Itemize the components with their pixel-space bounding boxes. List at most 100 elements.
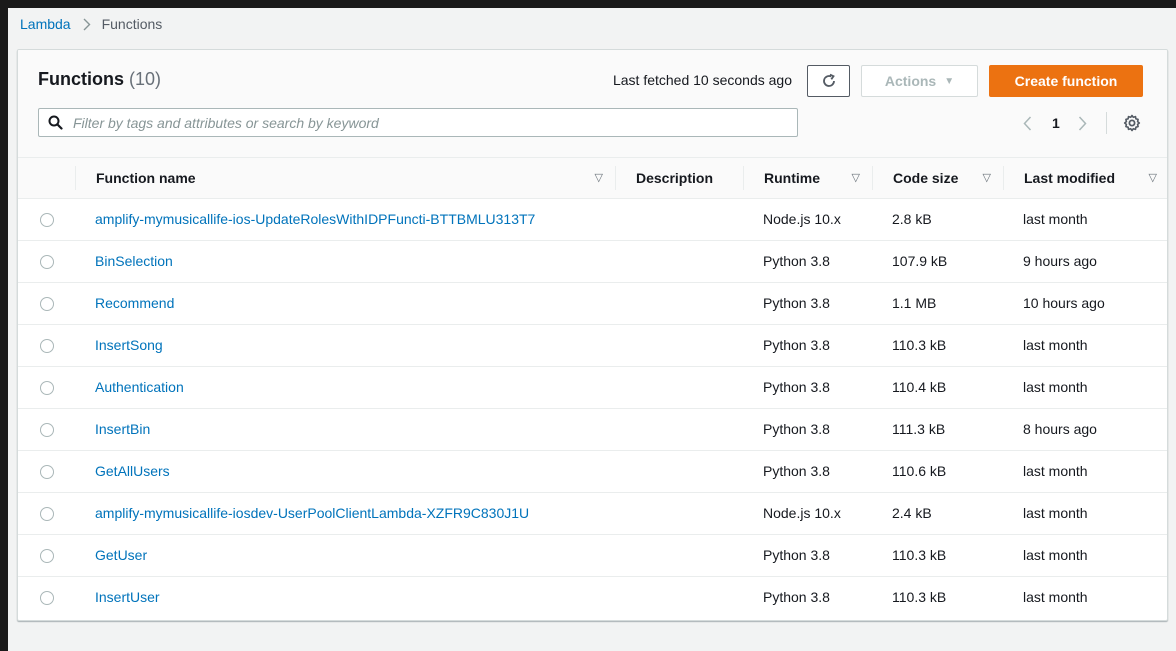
row-radio-button[interactable] — [39, 339, 54, 354]
last-modified-cell: last month — [1003, 324, 1167, 367]
function-name-link[interactable]: BinSelection — [95, 253, 173, 269]
row-select-cell — [18, 240, 75, 283]
sort-caret-icon[interactable]: ▽ — [983, 171, 991, 184]
row-radio-button[interactable] — [39, 381, 54, 396]
function-name-link[interactable]: InsertSong — [95, 337, 163, 353]
function-name-cell: InsertBin — [75, 408, 615, 451]
table-row[interactable]: InsertUser Python 3.8 110.3 kB last mont… — [18, 576, 1167, 618]
row-radio-button[interactable] — [39, 423, 54, 438]
table-row[interactable]: Recommend Python 3.8 1.1 MB 10 hours ago — [18, 282, 1167, 325]
search-input[interactable] — [71, 109, 797, 136]
function-name-link[interactable]: InsertBin — [95, 421, 150, 437]
runtime-cell: Python 3.8 — [743, 366, 872, 409]
chevron-left-icon[interactable] — [1018, 115, 1036, 131]
runtime-cell: Python 3.8 — [743, 408, 872, 451]
functions-panel: Functions (10) Last fetched 10 seconds a… — [17, 49, 1168, 621]
row-select-cell — [18, 282, 75, 325]
code-size-cell: 110.3 kB — [872, 534, 1003, 577]
pagination-divider — [1105, 112, 1107, 134]
sort-caret-icon[interactable]: ▽ — [852, 171, 860, 184]
function-name-cell: Authentication — [75, 366, 615, 409]
function-name-cell: amplify-mymusicallife-ios-UpdateRolesWit… — [75, 198, 615, 241]
column-header-label: Last modified — [1024, 169, 1116, 186]
row-select-cell — [18, 492, 75, 535]
function-name-link[interactable]: InsertUser — [95, 589, 160, 605]
table-row[interactable]: GetAllUsers Python 3.8 110.6 kB last mon… — [18, 450, 1167, 493]
functions-panel-header: Functions (10) Last fetched 10 seconds a… — [18, 50, 1167, 158]
chevron-right-icon[interactable] — [1074, 115, 1092, 131]
description-cell — [615, 576, 743, 618]
table-row[interactable]: amplify-mymusicallife-iosdev-UserPoolCli… — [18, 492, 1167, 535]
breadcrumb-lambda-link[interactable]: Lambda — [20, 16, 71, 32]
function-name-cell: Recommend — [75, 282, 615, 325]
row-radio-button[interactable] — [39, 297, 54, 312]
row-select-cell — [18, 366, 75, 409]
description-cell — [615, 324, 743, 367]
function-name-link[interactable]: GetUser — [95, 547, 147, 563]
runtime-cell: Node.js 10.x — [743, 198, 872, 241]
code-size-cell: 2.8 kB — [872, 198, 1003, 241]
last-modified-cell: 9 hours ago — [1003, 240, 1167, 283]
chevron-right-icon — [83, 18, 91, 31]
row-radio-button[interactable] — [39, 255, 54, 270]
function-name-cell: InsertUser — [75, 576, 615, 618]
functions-table-body: amplify-mymusicallife-ios-UpdateRolesWit… — [18, 198, 1167, 618]
description-cell — [615, 408, 743, 451]
page-title: Functions (10) — [38, 69, 161, 90]
last-modified-cell: last month — [1023, 589, 1088, 606]
refresh-button[interactable] — [807, 65, 850, 97]
actions-dropdown-button[interactable]: Actions ▼ — [861, 65, 978, 97]
select-column-header — [18, 158, 75, 199]
column-header-runtime[interactable]: Runtime ▽ — [743, 158, 872, 199]
column-header-function-name[interactable]: Function name ▽ — [75, 158, 615, 199]
description-cell — [615, 534, 743, 577]
function-name-link[interactable]: amplify-mymusicallife-ios-UpdateRolesWit… — [95, 211, 535, 227]
runtime-cell: Python 3.8 — [743, 534, 872, 577]
last-modified-cell: last month — [1003, 450, 1167, 493]
table-row[interactable]: Authentication Python 3.8 110.4 kB last … — [18, 366, 1167, 409]
column-header-last-modified[interactable]: Last modified ▽ — [1003, 158, 1167, 199]
runtime-cell: Python 3.8 — [743, 324, 872, 367]
column-header-description: Description — [615, 158, 743, 199]
column-header-label: Code size — [893, 169, 959, 186]
row-radio-button[interactable] — [39, 465, 54, 480]
last-modified-cell: last month — [1003, 366, 1167, 409]
current-page-number[interactable]: 1 — [1052, 115, 1060, 131]
runtime-cell: Python 3.8 — [743, 450, 872, 493]
runtime-cell: Python 3.8 — [763, 589, 830, 606]
function-name-link[interactable]: amplify-mymusicallife-iosdev-UserPoolCli… — [95, 505, 529, 521]
lambda-console-page: Lambda Functions Functions (10) Last fet… — [8, 8, 1176, 651]
row-radio-button[interactable] — [39, 507, 54, 522]
column-header-code-size[interactable]: Code size ▽ — [872, 158, 1003, 199]
function-name-link[interactable]: Authentication — [95, 379, 184, 395]
create-function-button[interactable]: Create function — [989, 65, 1143, 97]
function-count: (10) — [129, 69, 162, 89]
table-row[interactable]: amplify-mymusicallife-ios-UpdateRolesWit… — [18, 198, 1167, 241]
caret-down-icon: ▼ — [944, 75, 955, 87]
row-select-cell — [18, 450, 75, 493]
gear-icon[interactable] — [1123, 114, 1141, 132]
description-cell — [615, 198, 743, 241]
description-cell — [615, 240, 743, 283]
row-radio-button[interactable] — [39, 213, 54, 228]
table-row[interactable]: BinSelection Python 3.8 107.9 kB 9 hours… — [18, 240, 1167, 283]
sort-caret-icon[interactable]: ▽ — [595, 171, 603, 184]
sort-caret-icon[interactable]: ▽ — [1149, 171, 1157, 184]
code-size-cell: 110.3 kB — [872, 324, 1003, 367]
runtime-cell: Node.js 10.x — [743, 492, 872, 535]
code-size-cell: 110.3 kB — [892, 589, 947, 606]
table-row[interactable]: GetUser Python 3.8 110.3 kB last month — [18, 534, 1167, 577]
function-name-link[interactable]: GetAllUsers — [95, 463, 170, 479]
function-name-cell: amplify-mymusicallife-iosdev-UserPoolCli… — [75, 492, 615, 535]
pagination: 1 — [1018, 110, 1107, 136]
function-name-link[interactable]: Recommend — [95, 295, 174, 311]
row-radio-button[interactable] — [39, 549, 54, 564]
table-row[interactable]: InsertSong Python 3.8 110.3 kB last mont… — [18, 324, 1167, 367]
last-modified-cell: last month — [1003, 198, 1167, 241]
row-select-cell — [18, 324, 75, 367]
table-row[interactable]: InsertBin Python 3.8 111.3 kB 8 hours ag… — [18, 408, 1167, 451]
table-header-row: Function name ▽ Description Runtime ▽ Co… — [18, 158, 1167, 199]
row-radio-button[interactable] — [39, 591, 54, 606]
function-name-cell: GetAllUsers — [75, 450, 615, 493]
last-fetched-text: Last fetched 10 seconds ago — [612, 72, 792, 88]
